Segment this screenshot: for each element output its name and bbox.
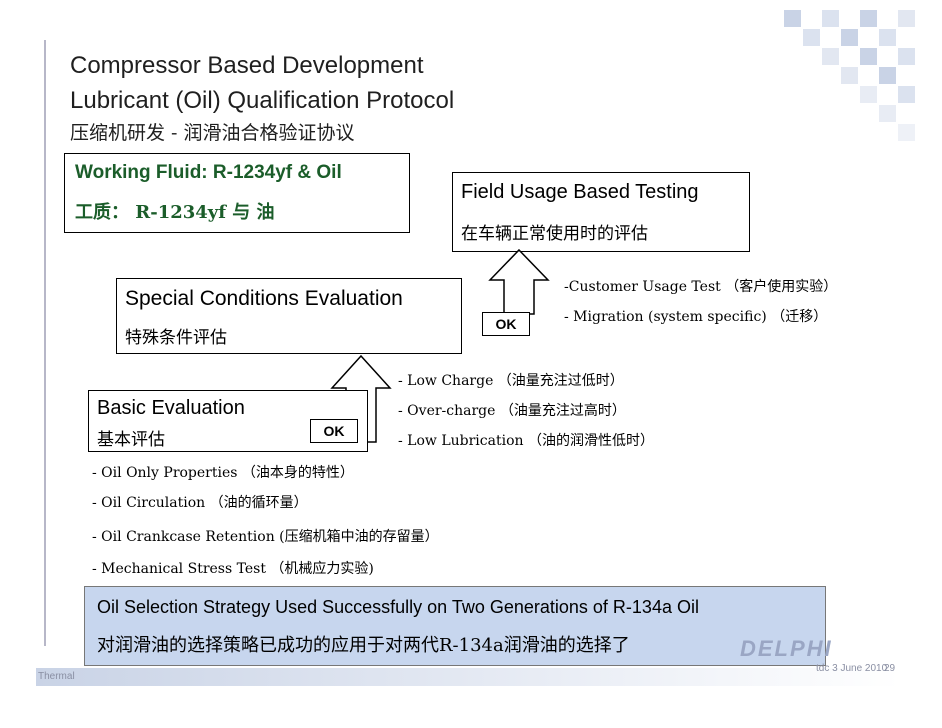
footer-page-number: 29: [884, 663, 896, 674]
basic-evaluation-title-cn: 基本评估: [97, 430, 165, 450]
ok-badge-special-to-field: OK: [482, 312, 530, 336]
ok-badge-basic-to-special: OK: [310, 419, 358, 443]
basic-note-oil-only-properties: - Oil Only Properties （油本身的特性）: [92, 465, 354, 481]
field-testing-box: Field Usage Based Testing 在车辆正常使用时的评估: [452, 172, 750, 252]
page-title-line-2: Lubricant (Oil) Qualification Protocol: [70, 87, 455, 114]
footer-section-label: Thermal: [38, 671, 75, 682]
field-note-customer-usage: -Customer Usage Test （客户使用实验）: [564, 279, 838, 295]
special-note-low-charge: - Low Charge （油量充注过低时）: [398, 373, 624, 389]
special-conditions-box: Special Conditions Evaluation 特殊条件评估: [116, 278, 462, 354]
strategy-text: Oil Selection Strategy Used Successfully…: [97, 597, 699, 617]
field-note-migration: - Migration (system specific) （迁移）: [564, 309, 828, 325]
working-fluid-label: Working Fluid: R-1234yf & Oil: [75, 162, 342, 183]
up-arrow-to-field-testing: [488, 248, 550, 315]
page-title-line-1: Compressor Based Development: [70, 52, 424, 79]
left-rule: [44, 40, 46, 646]
strategy-box: Oil Selection Strategy Used Successfully…: [84, 586, 826, 666]
special-note-over-charge: - Over-charge （油量充注过高时）: [398, 403, 626, 419]
delphi-logo: DELPHI: [740, 636, 833, 661]
working-fluid-label-cn: 工质： R-1234yf 与 油: [75, 202, 275, 223]
strategy-text-cn: 对润滑油的选择策略已成功的应用于对两代R-134a润滑油的选择了: [97, 635, 630, 656]
field-testing-title-cn: 在车辆正常使用时的评估: [461, 224, 648, 244]
basic-note-mechanical-stress: - Mechanical Stress Test （机械应力实验): [92, 561, 374, 577]
footer-bar: [36, 668, 900, 686]
footer-date: tdc 3 June 2010: [816, 663, 888, 674]
basic-evaluation-title: Basic Evaluation: [97, 397, 245, 419]
working-fluid-box: Working Fluid: R-1234yf & Oil 工质： R-1234…: [64, 153, 410, 233]
special-conditions-title: Special Conditions Evaluation: [125, 287, 403, 310]
page-title-chinese: 压缩机研发 - 润滑油合格验证协议: [70, 122, 355, 144]
special-note-low-lubrication: - Low Lubrication （油的润滑性低时）: [398, 433, 654, 449]
basic-note-oil-circulation: - Oil Circulation （油的循环量）: [92, 495, 308, 511]
field-testing-title: Field Usage Based Testing: [461, 181, 699, 203]
special-conditions-title-cn: 特殊条件评估: [125, 328, 227, 348]
basic-note-crankcase-retention: - Oil Crankcase Retention (压缩机箱中油的存留量）: [92, 529, 439, 545]
